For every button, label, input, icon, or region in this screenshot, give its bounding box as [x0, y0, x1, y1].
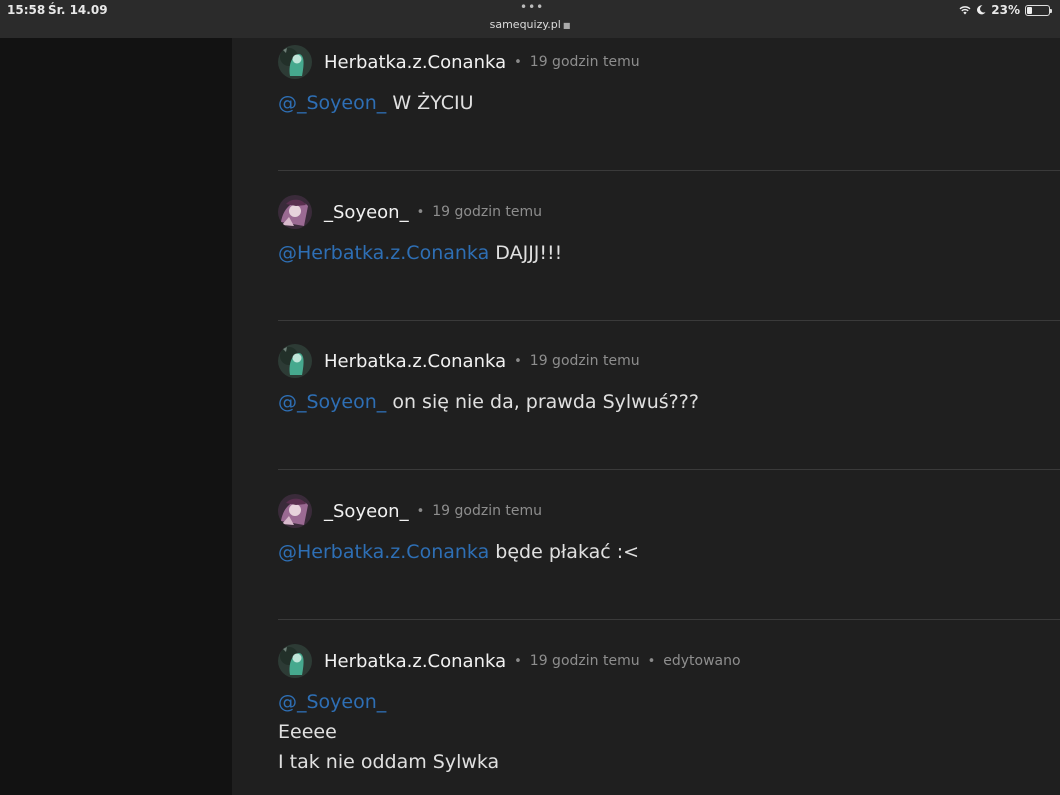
moon-icon — [977, 5, 986, 15]
comment-header: _Soyeon_ • 19 godzin temu — [278, 195, 542, 229]
timestamp: 19 godzin temu — [432, 204, 543, 220]
mention-link[interactable]: @_Soyeon_ — [278, 92, 386, 114]
comment: _Soyeon_ • 19 godzin temu @Herbatka.z.Co… — [278, 494, 1060, 604]
comment: Herbatka.z.Conanka • 19 godzin temu @_So… — [278, 45, 1060, 155]
avatar[interactable] — [278, 195, 312, 229]
avatar[interactable] — [278, 494, 312, 528]
separator-dot: • — [647, 653, 656, 669]
comment-header: Herbatka.z.Conanka • 19 godzin temu — [278, 344, 640, 378]
battery-icon — [1025, 4, 1052, 16]
status-bar: 15:58 Śr. 14.09 ••• samequizy.pl ■ 23% — [0, 0, 1060, 38]
avatar[interactable] — [278, 45, 312, 79]
timestamp: 19 godzin temu — [529, 54, 640, 70]
edited-label: edytowano — [663, 653, 741, 669]
wifi-icon — [959, 6, 971, 15]
author-name[interactable]: _Soyeon_ — [324, 202, 409, 223]
comment: Herbatka.z.Conanka • 19 godzin temu @_So… — [278, 344, 1060, 454]
battery-percent: 23% — [991, 3, 1020, 17]
comment-body: @Herbatka.z.Conanka będe płakać :< — [278, 541, 639, 563]
comment-header: Herbatka.z.Conanka • 19 godzin temu — [278, 45, 640, 79]
separator-dot: • — [514, 653, 522, 669]
timestamp: 19 godzin temu — [432, 503, 543, 519]
mention-link[interactable]: @Herbatka.z.Conanka — [278, 541, 489, 563]
mention-link[interactable]: @Herbatka.z.Conanka — [278, 242, 489, 264]
sidebar — [0, 38, 232, 795]
comment-text: DAJJJ!!! — [495, 242, 563, 264]
author-name[interactable]: Herbatka.z.Conanka — [324, 651, 506, 672]
comment: Herbatka.z.Conanka • 19 godzin temu • ed… — [278, 644, 1060, 795]
lock-icon: ■ — [562, 21, 571, 30]
comment-body: @Herbatka.z.Conanka DAJJJ!!! — [278, 242, 562, 264]
divider — [278, 320, 1060, 321]
divider — [278, 170, 1060, 171]
comment-text: on się nie da, prawda Sylwuś??? — [392, 391, 699, 413]
author-name[interactable]: _Soyeon_ — [324, 501, 409, 522]
separator-dot: • — [514, 353, 522, 369]
comment-header: Herbatka.z.Conanka • 19 godzin temu • ed… — [278, 644, 741, 678]
avatar[interactable] — [278, 644, 312, 678]
url-bar[interactable]: samequizy.pl ■ — [430, 18, 630, 31]
separator-dot: • — [416, 503, 425, 519]
comment-header: _Soyeon_ • 19 godzin temu — [278, 494, 542, 528]
timestamp: 19 godzin temu — [529, 353, 640, 369]
comment: _Soyeon_ • 19 godzin temu @Herbatka.z.Co… — [278, 195, 1060, 305]
mention-link[interactable]: @_Soyeon_ — [278, 391, 386, 413]
comment-body: @_Soyeon_ W ŻYCIU — [278, 92, 474, 114]
mention-link[interactable]: @_Soyeon_ — [278, 691, 386, 713]
divider — [278, 619, 1060, 620]
avatar[interactable] — [278, 344, 312, 378]
date: Śr. 14.09 — [48, 3, 108, 17]
comment-text-line: Eeeee — [278, 721, 337, 743]
separator-dot: • — [514, 54, 522, 70]
comment-text: W ŻYCIU — [392, 92, 474, 114]
comment-body: @_Soyeon_ on się nie da, prawda Sylwuś??… — [278, 391, 699, 413]
separator-dot: • — [416, 204, 425, 220]
comments-panel: Herbatka.z.Conanka • 19 godzin temu @_So… — [232, 38, 1060, 795]
clock: 15:58 — [7, 3, 46, 17]
comment-text: będe płakać :< — [495, 541, 640, 563]
author-name[interactable]: Herbatka.z.Conanka — [324, 52, 506, 73]
comment-text-line: I tak nie oddam Sylwka — [278, 751, 500, 773]
divider — [278, 469, 1060, 470]
url-text: samequizy.pl — [489, 18, 561, 31]
author-name[interactable]: Herbatka.z.Conanka — [324, 351, 506, 372]
timestamp: 19 godzin temu — [529, 653, 640, 669]
more-dots-icon[interactable]: ••• — [520, 1, 543, 13]
